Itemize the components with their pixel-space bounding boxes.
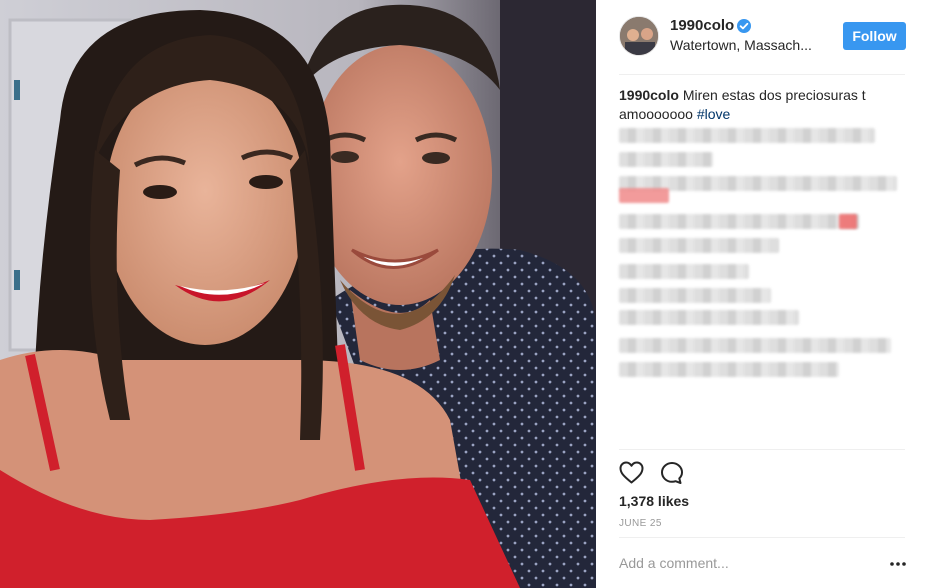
avatar-image: [620, 17, 658, 55]
selfie-photo: [0, 0, 596, 588]
avatar[interactable]: [619, 16, 659, 56]
follow-button[interactable]: Follow: [843, 22, 906, 50]
likes-count[interactable]: 1,378 likes: [619, 493, 689, 509]
post-header: 1990colo Watertown, Massach... Follow: [596, 0, 928, 74]
blurred-comment-line: [619, 238, 779, 253]
caption: 1990colo Miren estas dos preciosuras t a…: [619, 86, 889, 124]
header-divider: [619, 74, 905, 75]
blurred-comment-line: [619, 288, 771, 303]
actions-divider: [619, 449, 905, 450]
comment-icon[interactable]: [660, 461, 684, 485]
blurred-comment-line: [619, 362, 839, 377]
verified-badge-icon: [737, 19, 751, 33]
blurred-comment-line: [619, 152, 713, 167]
post-details-panel: 1990colo Watertown, Massach... Follow 19…: [596, 0, 928, 588]
username-link[interactable]: 1990colo: [670, 17, 734, 34]
location-link[interactable]: Watertown, Massach...: [670, 37, 830, 53]
post-photo[interactable]: [0, 0, 596, 588]
blurred-comments: [619, 124, 909, 377]
post-date[interactable]: JUNE 25: [619, 518, 662, 529]
hashtag-link[interactable]: #love: [697, 106, 730, 122]
blurred-comment-line: [619, 188, 669, 203]
blurred-comment-line: [619, 264, 749, 279]
caption-username-link[interactable]: 1990colo: [619, 87, 679, 103]
heart-icon[interactable]: [619, 461, 644, 484]
more-options-icon[interactable]: [889, 556, 907, 572]
blurred-comment-line: [619, 214, 859, 229]
blurred-comment-line: [619, 128, 875, 143]
blurred-comment-line: [619, 338, 891, 353]
blurred-comment-line: [619, 310, 799, 325]
comment-divider: [619, 537, 905, 538]
comment-input[interactable]: [619, 551, 869, 575]
blurred-comment-line: [839, 214, 857, 229]
